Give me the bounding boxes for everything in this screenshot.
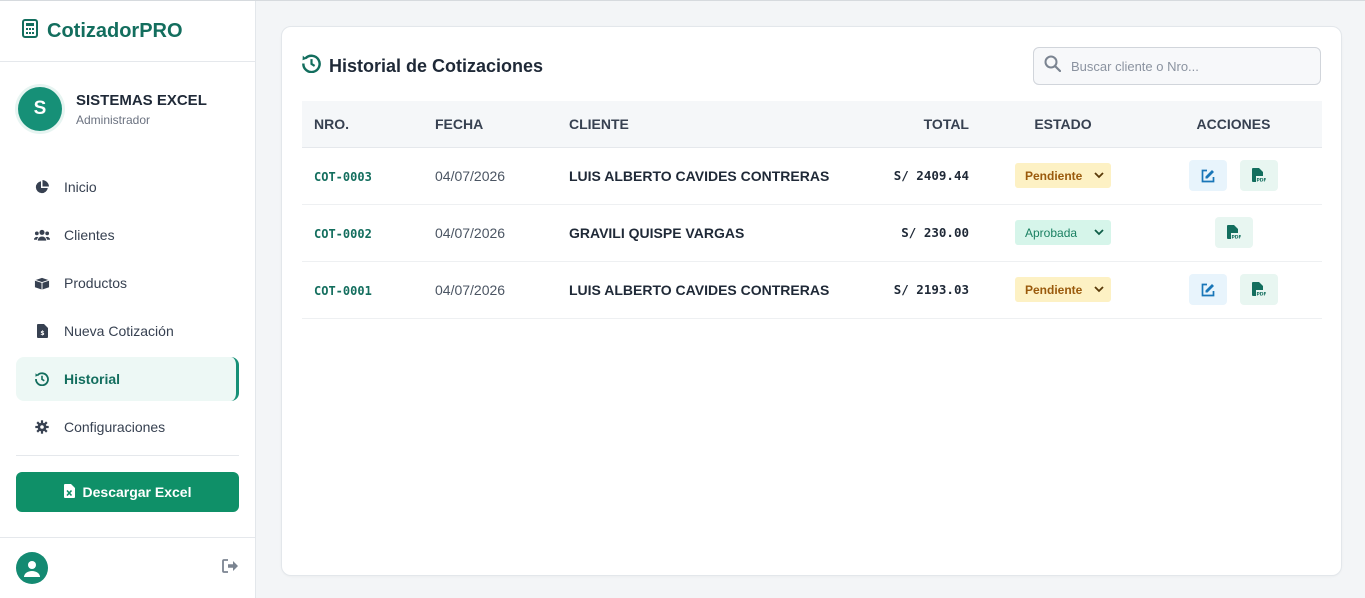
col-header-estado[interactable]: ESTADO	[981, 101, 1145, 148]
quotes-table: NRO. FECHA CLIENTE TOTAL ESTADO ACCIONES…	[302, 101, 1322, 319]
status-value: Pendiente	[1025, 282, 1083, 297]
client-name: GRAVILI QUISPE VARGAS	[569, 224, 745, 241]
table-header-row: NRO. FECHA CLIENTE TOTAL ESTADO ACCIONES	[302, 101, 1322, 148]
sidebar-item-nueva-cotizacion[interactable]: $ Nueva Cotización	[16, 309, 239, 353]
quote-total: S/ 2409.44	[893, 168, 969, 183]
file-pdf-icon: PDF	[1226, 224, 1241, 240]
sidebar-item-productos[interactable]: Productos	[16, 261, 239, 305]
sidebar-item-inicio[interactable]: Inicio	[16, 165, 239, 209]
user-avatar-button[interactable]	[16, 552, 48, 584]
brand-name: CotizadorPRO	[47, 19, 183, 42]
card-header: Historial de Cotizaciones	[302, 47, 1321, 85]
file-excel-icon	[63, 483, 75, 501]
sidebar-nav: Inicio Clientes Productos $ Nueva Cotiza…	[16, 165, 239, 453]
status-select[interactable]: Pendiente	[1015, 277, 1111, 302]
table-row: COT-0001 04/07/2026 LUIS ALBERTO CAVIDES…	[302, 261, 1322, 319]
quote-number[interactable]: COT-0001	[314, 284, 372, 298]
file-pdf-icon: PDF	[1252, 281, 1266, 297]
app-window: CotizadorPRO S SISTEMAS EXCEL Administra…	[0, 0, 1365, 598]
col-header-fecha[interactable]: FECHA	[423, 101, 557, 148]
quote-date: 04/07/2026	[435, 224, 506, 241]
avatar: S	[18, 87, 62, 131]
svg-text:PDF: PDF	[1256, 291, 1266, 297]
col-header-total[interactable]: TOTAL	[867, 101, 981, 148]
calculator-icon	[22, 19, 38, 43]
user-profile: S SISTEMAS EXCEL Administrador	[0, 62, 255, 131]
quote-total: S/ 2193.03	[893, 282, 969, 297]
quote-date: 04/07/2026	[435, 281, 506, 298]
history-icon	[34, 371, 50, 387]
client-name: LUIS ALBERTO CAVIDES CONTRERAS	[569, 281, 830, 298]
edit-button[interactable]	[1189, 274, 1227, 305]
svg-text:$: $	[40, 330, 44, 337]
user-name: SISTEMAS EXCEL	[76, 91, 207, 109]
sidebar-item-clientes[interactable]: Clientes	[16, 213, 239, 257]
logout-icon[interactable]	[222, 558, 239, 578]
status-value: Aprobada	[1025, 225, 1078, 240]
history-card: Historial de Cotizaciones NRO. FECHA CLI…	[281, 26, 1342, 576]
pdf-button[interactable]: PDF	[1240, 274, 1278, 305]
chevron-down-icon	[1094, 286, 1104, 293]
page-title: Historial de Cotizaciones	[302, 54, 543, 78]
sidebar-item-configuraciones[interactable]: Configuraciones	[16, 405, 239, 449]
brand[interactable]: CotizadorPRO	[0, 1, 255, 62]
search-input[interactable]	[1071, 58, 1301, 74]
client-name: LUIS ALBERTO CAVIDES CONTRERAS	[569, 167, 830, 184]
quote-date: 04/07/2026	[435, 167, 506, 184]
svg-text:PDF: PDF	[1256, 177, 1266, 183]
download-excel-label: Descargar Excel	[82, 484, 192, 500]
sidebar-item-label: Nueva Cotización	[64, 323, 174, 339]
sidebar-item-label: Historial	[64, 371, 121, 387]
sidebar-item-historial[interactable]: Historial	[16, 357, 239, 401]
sidebar-footer	[0, 537, 255, 598]
pdf-button[interactable]: PDF	[1240, 160, 1278, 191]
download-excel-button[interactable]: Descargar Excel	[16, 472, 239, 512]
sidebar-item-label: Productos	[64, 275, 128, 291]
quote-number[interactable]: COT-0002	[314, 227, 372, 241]
pie-chart-icon	[34, 179, 50, 195]
search-icon	[1044, 55, 1062, 77]
history-icon	[302, 54, 321, 78]
file-pdf-icon: PDF	[1252, 167, 1266, 183]
quote-number[interactable]: COT-0003	[314, 170, 372, 184]
col-header-acciones: ACCIONES	[1145, 101, 1322, 148]
user-role: Administrador	[76, 112, 151, 127]
sidebar-item-label: Clientes	[64, 227, 115, 243]
page-title-text: Historial de Cotizaciones	[329, 55, 544, 76]
col-header-nro[interactable]: NRO.	[302, 101, 423, 148]
sidebar: CotizadorPRO S SISTEMAS EXCEL Administra…	[0, 1, 256, 598]
chevron-down-icon	[1094, 229, 1104, 236]
file-invoice-icon: $	[34, 323, 50, 339]
table-row: COT-0002 04/07/2026 GRAVILI QUISPE VARGA…	[302, 204, 1322, 262]
status-value: Pendiente	[1025, 168, 1083, 183]
quote-total: S/ 230.00	[901, 225, 969, 240]
svg-text:PDF: PDF	[1231, 234, 1241, 240]
sidebar-item-label: Configuraciones	[64, 419, 166, 435]
status-select[interactable]: Pendiente	[1015, 163, 1111, 188]
chevron-down-icon	[1094, 172, 1104, 179]
sidebar-item-label: Inicio	[64, 179, 97, 195]
edit-icon	[1201, 283, 1215, 296]
user-icon	[24, 560, 40, 577]
divider	[16, 455, 239, 456]
col-header-cliente[interactable]: CLIENTE	[557, 101, 867, 148]
users-icon	[34, 227, 50, 243]
search-box[interactable]	[1033, 47, 1321, 85]
edit-button[interactable]	[1189, 160, 1227, 191]
pdf-button[interactable]: PDF	[1214, 217, 1253, 248]
boxes-icon	[34, 275, 50, 291]
gear-icon	[34, 419, 50, 435]
edit-icon	[1201, 169, 1215, 182]
status-select[interactable]: Aprobada	[1015, 220, 1111, 245]
main-content: Historial de Cotizaciones NRO. FECHA CLI…	[256, 1, 1365, 598]
table-row: COT-0003 04/07/2026 LUIS ALBERTO CAVIDES…	[302, 147, 1322, 205]
